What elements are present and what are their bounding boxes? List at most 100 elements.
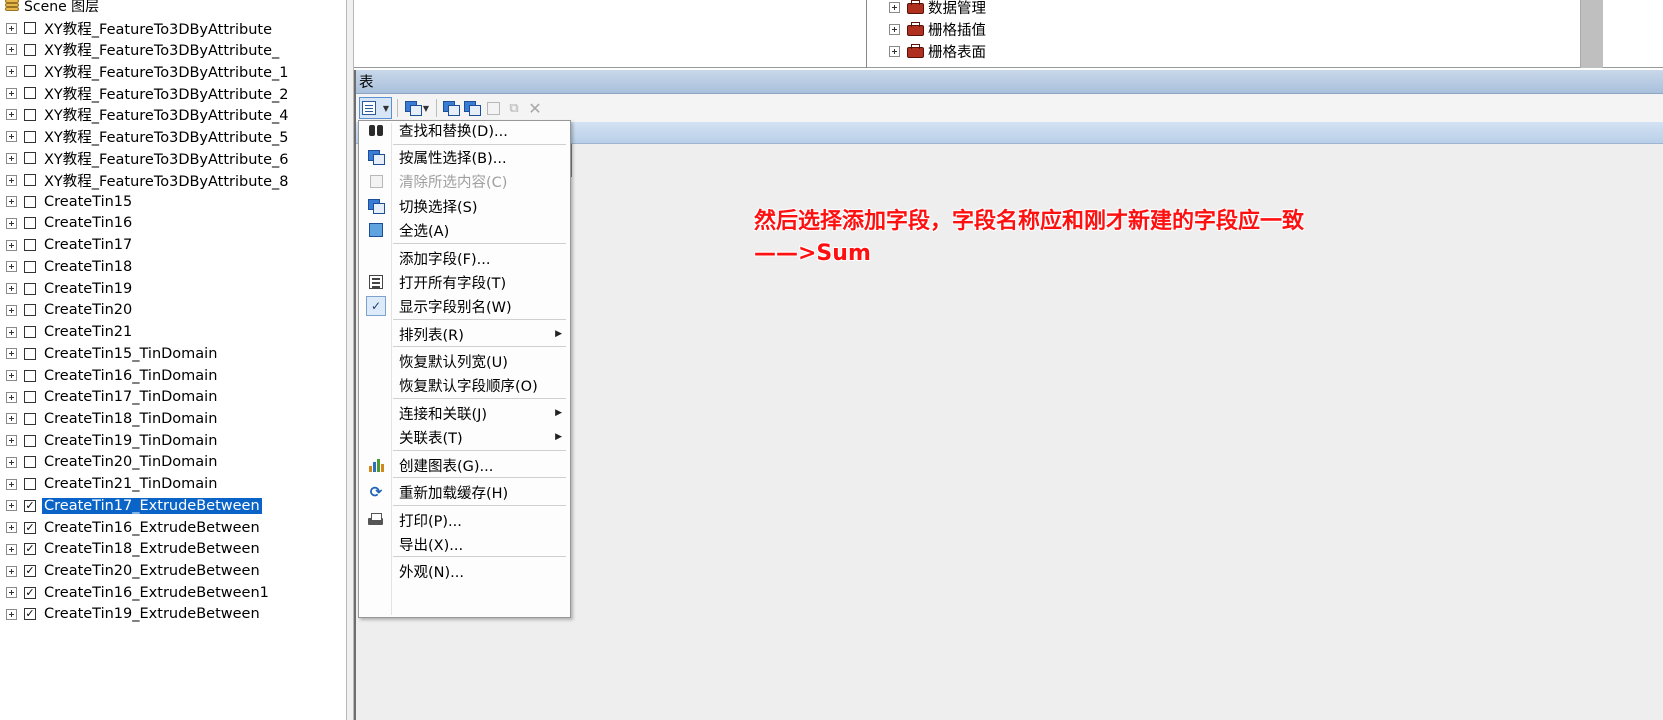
expand-icon[interactable] (6, 522, 17, 534)
checkbox-icon[interactable] (24, 152, 36, 165)
checkbox-icon[interactable] (24, 456, 36, 469)
layer-tree-item[interactable]: CreateTin20 (0, 299, 134, 321)
checkbox-icon[interactable] (24, 108, 36, 121)
checkbox-icon[interactable] (24, 391, 36, 404)
expand-icon[interactable] (6, 217, 17, 229)
layer-tree-item[interactable]: ✓ CreateTin18_ExtrudeBetween (0, 538, 262, 560)
table-titlebar[interactable]: 表 (356, 70, 1663, 94)
menu-item[interactable]: 打开所有字段(T) (361, 270, 568, 294)
checkbox-icon[interactable] (24, 217, 36, 230)
panel-splitter[interactable] (346, 0, 354, 720)
catalog-item-raster-interpolation[interactable]: 栅格插值 (889, 18, 986, 40)
expand-icon[interactable] (6, 65, 17, 77)
related-tables-button[interactable]: ▼ (403, 97, 431, 119)
menu-item[interactable]: ✓ 显示字段别名(W) (361, 294, 568, 318)
checkbox-icon[interactable] (24, 174, 36, 187)
catalog-divider[interactable] (866, 0, 867, 68)
checked-checkbox-icon[interactable]: ✓ (24, 565, 36, 577)
layer-tree-item[interactable]: CreateTin19_TinDomain (0, 430, 219, 452)
expand-icon[interactable] (6, 348, 17, 360)
layer-tree-item[interactable]: CreateTin15_TinDomain (0, 343, 219, 365)
menu-item[interactable]: 恢复默认列宽(U) (361, 349, 568, 373)
layer-tree-item[interactable]: CreateTin16 (0, 212, 134, 234)
expand-icon[interactable] (6, 413, 17, 425)
layer-tree-item[interactable]: XY教程_FeatureTo3DByAttribute_8 (0, 169, 291, 191)
catalog-item-raster-surface[interactable]: 栅格表面 (889, 40, 986, 62)
checkbox-icon[interactable] (24, 195, 36, 208)
checkbox-icon[interactable] (24, 326, 36, 339)
expand-icon[interactable] (6, 239, 17, 251)
select-by-attributes-button[interactable] (442, 97, 460, 119)
layer-tree-item[interactable]: CreateTin15 (0, 191, 134, 213)
menu-item[interactable]: 切换选择(S) (361, 194, 568, 218)
expand-icon[interactable] (6, 608, 17, 620)
expand-icon[interactable] (6, 131, 17, 143)
expand-icon[interactable] (6, 109, 17, 121)
layer-tree-item[interactable]: XY教程_FeatureTo3DByAttribute_1 (0, 60, 291, 82)
menu-item[interactable]: 查找和替换(D)... (361, 118, 568, 142)
menu-item[interactable]: 添加字段(F)... (361, 246, 568, 270)
layer-tree-item[interactable]: CreateTin21_TinDomain (0, 473, 219, 495)
checkbox-icon[interactable] (24, 130, 36, 143)
expand-icon[interactable] (6, 326, 17, 338)
checkbox-icon[interactable] (24, 22, 36, 34)
expand-icon[interactable] (6, 370, 17, 382)
layer-tree-item[interactable]: XY教程_FeatureTo3DByAttribute (0, 17, 274, 39)
expand-icon[interactable] (6, 261, 17, 273)
menu-item[interactable]: 全选(A) (361, 218, 568, 242)
expand-icon[interactable] (6, 174, 17, 186)
expand-icon[interactable] (6, 283, 17, 295)
expand-icon[interactable] (6, 304, 17, 316)
layer-tree-item[interactable]: XY教程_FeatureTo3DByAttribute_ (0, 39, 281, 61)
menu-item[interactable]: 关联表(T) ▶ (361, 425, 568, 449)
checkbox-icon[interactable] (24, 412, 36, 425)
menu-item[interactable]: 打印(P)... (361, 508, 568, 532)
expand-icon[interactable] (6, 87, 17, 99)
expand-icon[interactable] (6, 456, 17, 468)
expand-icon[interactable] (6, 435, 17, 447)
layer-tree-item[interactable]: ✓ CreateTin17_ExtrudeBetween (0, 495, 262, 517)
expand-icon[interactable] (6, 391, 17, 403)
checkbox-icon[interactable] (24, 260, 36, 273)
layer-tree-item[interactable]: XY教程_FeatureTo3DByAttribute_2 (0, 82, 291, 104)
checkbox-icon[interactable] (24, 347, 36, 360)
menu-item[interactable]: 创建图表(G)... (361, 453, 568, 477)
zoom-to-selected-button[interactable]: ⧉ (505, 97, 523, 119)
layer-tree-item[interactable]: CreateTin21 (0, 321, 134, 343)
checkbox-icon[interactable] (24, 43, 36, 56)
expand-icon[interactable] (6, 500, 17, 512)
checked-checkbox-icon[interactable]: ✓ (24, 608, 36, 621)
expand-icon[interactable] (6, 22, 17, 34)
menu-item[interactable]: 导出(X)... (361, 532, 568, 556)
checkbox-icon[interactable] (24, 65, 36, 78)
expand-icon[interactable] (6, 44, 17, 56)
layer-tree-item[interactable]: CreateTin17_TinDomain (0, 386, 219, 408)
layer-tree-item[interactable]: CreateTin17 (0, 234, 134, 256)
expand-icon[interactable] (6, 152, 17, 164)
expand-icon[interactable] (889, 45, 900, 57)
layer-tree-item[interactable]: XY教程_FeatureTo3DByAttribute_6 (0, 147, 291, 169)
catalog-scrollbar[interactable] (1580, 0, 1603, 68)
checkbox-icon[interactable] (24, 434, 36, 447)
checked-checkbox-icon[interactable]: ✓ (24, 586, 36, 599)
checkbox-icon[interactable] (24, 282, 36, 295)
catalog-item-data-management[interactable]: 数据管理 (889, 0, 986, 18)
layer-tree-item[interactable]: CreateTin18_TinDomain (0, 408, 219, 430)
layer-tree-item[interactable]: ✓ CreateTin19_ExtrudeBetween (0, 603, 262, 625)
menu-item[interactable]: 按属性选择(B)... (361, 145, 568, 169)
checked-checkbox-icon[interactable]: ✓ (24, 543, 36, 556)
checkbox-icon[interactable] (24, 369, 36, 382)
expand-icon[interactable] (6, 196, 17, 208)
menu-item[interactable]: 清除所选内容(C) (361, 169, 568, 193)
expand-icon[interactable] (889, 1, 900, 13)
clear-selection-button[interactable] (484, 97, 502, 119)
menu-item[interactable]: ⟳ 重新加载缓存(H) (361, 480, 568, 504)
checkbox-icon[interactable] (24, 87, 36, 100)
layer-tree-item[interactable]: CreateTin20_TinDomain (0, 451, 219, 473)
menu-item[interactable]: 外观(N)... (361, 559, 568, 583)
checked-checkbox-icon[interactable]: ✓ (24, 499, 36, 512)
expand-icon[interactable] (6, 543, 17, 555)
layer-tree-item[interactable]: CreateTin16_TinDomain (0, 365, 219, 387)
menu-item[interactable]: 连接和关联(J) ▶ (361, 401, 568, 425)
delete-selected-button[interactable]: ✕ (526, 97, 544, 119)
